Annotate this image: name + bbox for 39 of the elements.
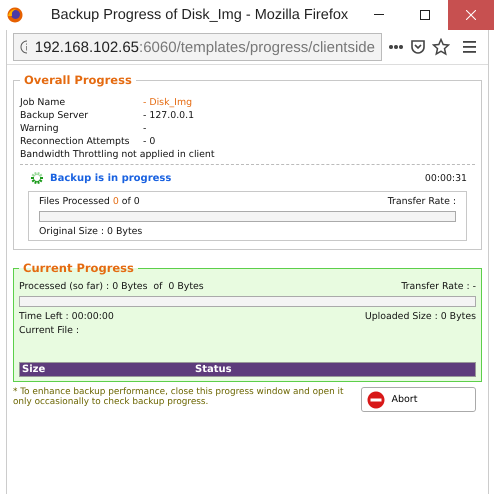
address-bar[interactable]: 192.168.102.65:6060/templates/progress/clientside [13,33,382,61]
current-file: Current File : [19,325,80,336]
field-label: Job Name [20,97,66,108]
column-header: Size [22,364,46,375]
close-icon [466,10,476,20]
field-value: - Disk_Img [143,97,194,108]
field-value: - 0 [143,136,156,147]
files-processed: Files Processed 0 of 0 [39,196,140,207]
minimize-icon[interactable] [374,14,384,16]
throttling-note: Bandwidth Throttling not applied in client [20,149,475,165]
original-size: Original Size : 0 Bytes [39,226,144,237]
column-header: Status [195,364,232,375]
elapsed-time: 00:00:31 [424,172,467,184]
transfer-rate: Transfer Rate : - [401,281,476,292]
field-label: Backup Server [20,110,90,121]
window-title: Backup Progress of Disk_Img - Mozilla Firefox [50,7,350,23]
section-title: Overall Progress [23,73,133,87]
section-title: Current Progress [22,261,135,275]
field-label: Reconnection Attempts [20,136,131,147]
url-text: 192.168.102.65:6060/templates/progress/clientside [34,38,375,56]
field-label: Warning [20,123,60,134]
processed-text: Processed (so far) : 0 Bytes of 0 Bytes [19,281,204,292]
uploaded-size: Uploaded Size : 0 Bytes [364,311,476,322]
info-icon[interactable] [20,40,27,54]
status-text: Backup is in progress [50,172,172,184]
transfer-rate: Transfer Rate : [388,196,456,207]
spinner-icon [30,171,44,185]
field-value: - [143,123,148,134]
close-button[interactable] [448,0,494,30]
time-left: Time Left : 00:00:00 [19,311,114,322]
stop-icon [367,390,386,408]
more-icon[interactable] [388,44,404,50]
firefox-icon [7,7,23,23]
hint-text: * To enhance backup performance, close this progress window and open it only occasionally to check backup progress. [13,387,344,407]
star-icon[interactable] [432,38,450,56]
field-value: - 127.0.0.1 [143,110,196,121]
pocket-icon[interactable] [410,39,426,55]
abort-button[interactable]: Abort [361,387,476,412]
maximize-icon[interactable] [420,10,430,20]
